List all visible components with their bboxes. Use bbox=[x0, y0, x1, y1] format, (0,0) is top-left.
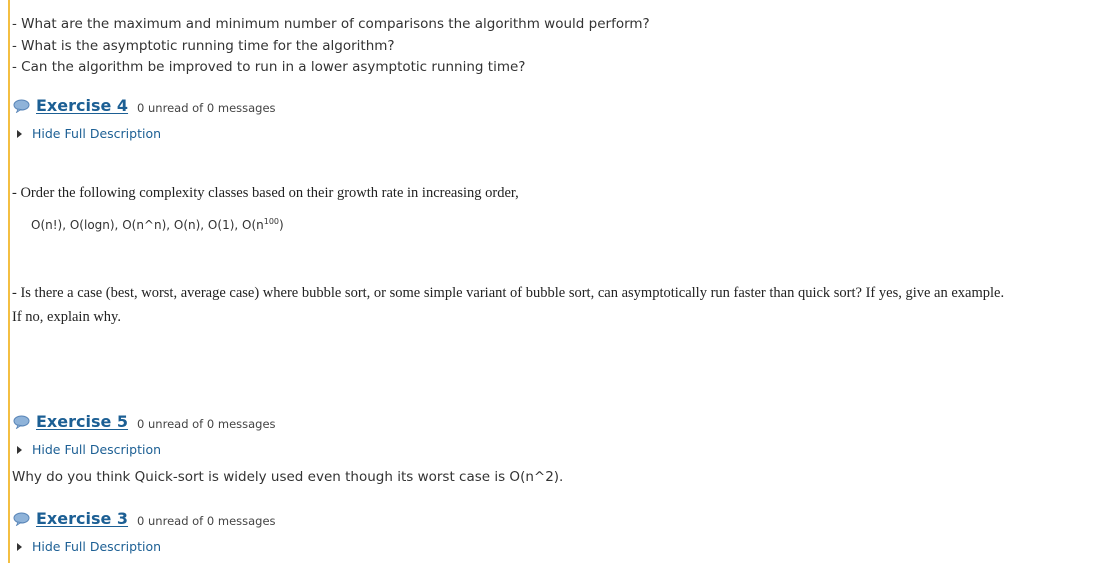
question-line-1: - What are the maximum and minimum numbe… bbox=[12, 16, 650, 32]
speech-bubble-icon bbox=[13, 512, 30, 526]
exercise-4-link[interactable]: Exercise 4 bbox=[36, 96, 128, 115]
hide-description-label: Hide Full Description bbox=[32, 126, 162, 141]
triangle-right-icon bbox=[17, 129, 22, 138]
accent-bar bbox=[8, 0, 10, 563]
complexity-classes: O(n!), O(logn), O(n^n), O(n), O(1), O(n1… bbox=[31, 217, 284, 232]
exercise-4-paragraph-2-line-2: If no, explain why. bbox=[12, 309, 121, 325]
exercise-4-hide-description[interactable]: Hide Full Description bbox=[17, 126, 161, 141]
exercise-5-header: Exercise 5 0 unread of 0 messages bbox=[13, 412, 276, 431]
exercise-3-unread-count: 0 unread of 0 messages bbox=[137, 513, 276, 528]
complexity-classes-text: O(n!), O(logn), O(n^n), O(n), O(1), O(n bbox=[31, 218, 264, 232]
exercise-5-hide-description[interactable]: Hide Full Description bbox=[17, 442, 161, 457]
exercise-4-unread-count: 0 unread of 0 messages bbox=[137, 100, 276, 115]
exercise-5-unread-count: 0 unread of 0 messages bbox=[137, 416, 276, 431]
exercise-4-paragraph-1: - Order the following complexity classes… bbox=[12, 185, 519, 201]
exercise-3-link[interactable]: Exercise 3 bbox=[36, 509, 128, 528]
speech-bubble-icon bbox=[13, 99, 30, 113]
question-line-2: - What is the asymptotic running time fo… bbox=[12, 38, 395, 54]
exercise-4-header: Exercise 4 0 unread of 0 messages bbox=[13, 96, 276, 115]
question-line-3: - Can the algorithm be improved to run i… bbox=[12, 59, 526, 75]
exercise-3-hide-description[interactable]: Hide Full Description bbox=[17, 539, 161, 554]
exercise-3-header: Exercise 3 0 unread of 0 messages bbox=[13, 509, 276, 528]
speech-bubble-icon bbox=[13, 415, 30, 429]
hide-description-label: Hide Full Description bbox=[32, 442, 162, 457]
triangle-right-icon bbox=[17, 542, 22, 551]
complexity-close: ) bbox=[279, 218, 284, 232]
complexity-exponent: 100 bbox=[263, 217, 280, 226]
hide-description-label: Hide Full Description bbox=[32, 539, 162, 554]
exercise-5-link[interactable]: Exercise 5 bbox=[36, 412, 128, 431]
triangle-right-icon bbox=[17, 445, 22, 454]
exercise-4-paragraph-2-line-1: - Is there a case (best, worst, average … bbox=[12, 285, 1005, 301]
exercise-5-description: Why do you think Quick-sort is widely us… bbox=[12, 469, 564, 485]
